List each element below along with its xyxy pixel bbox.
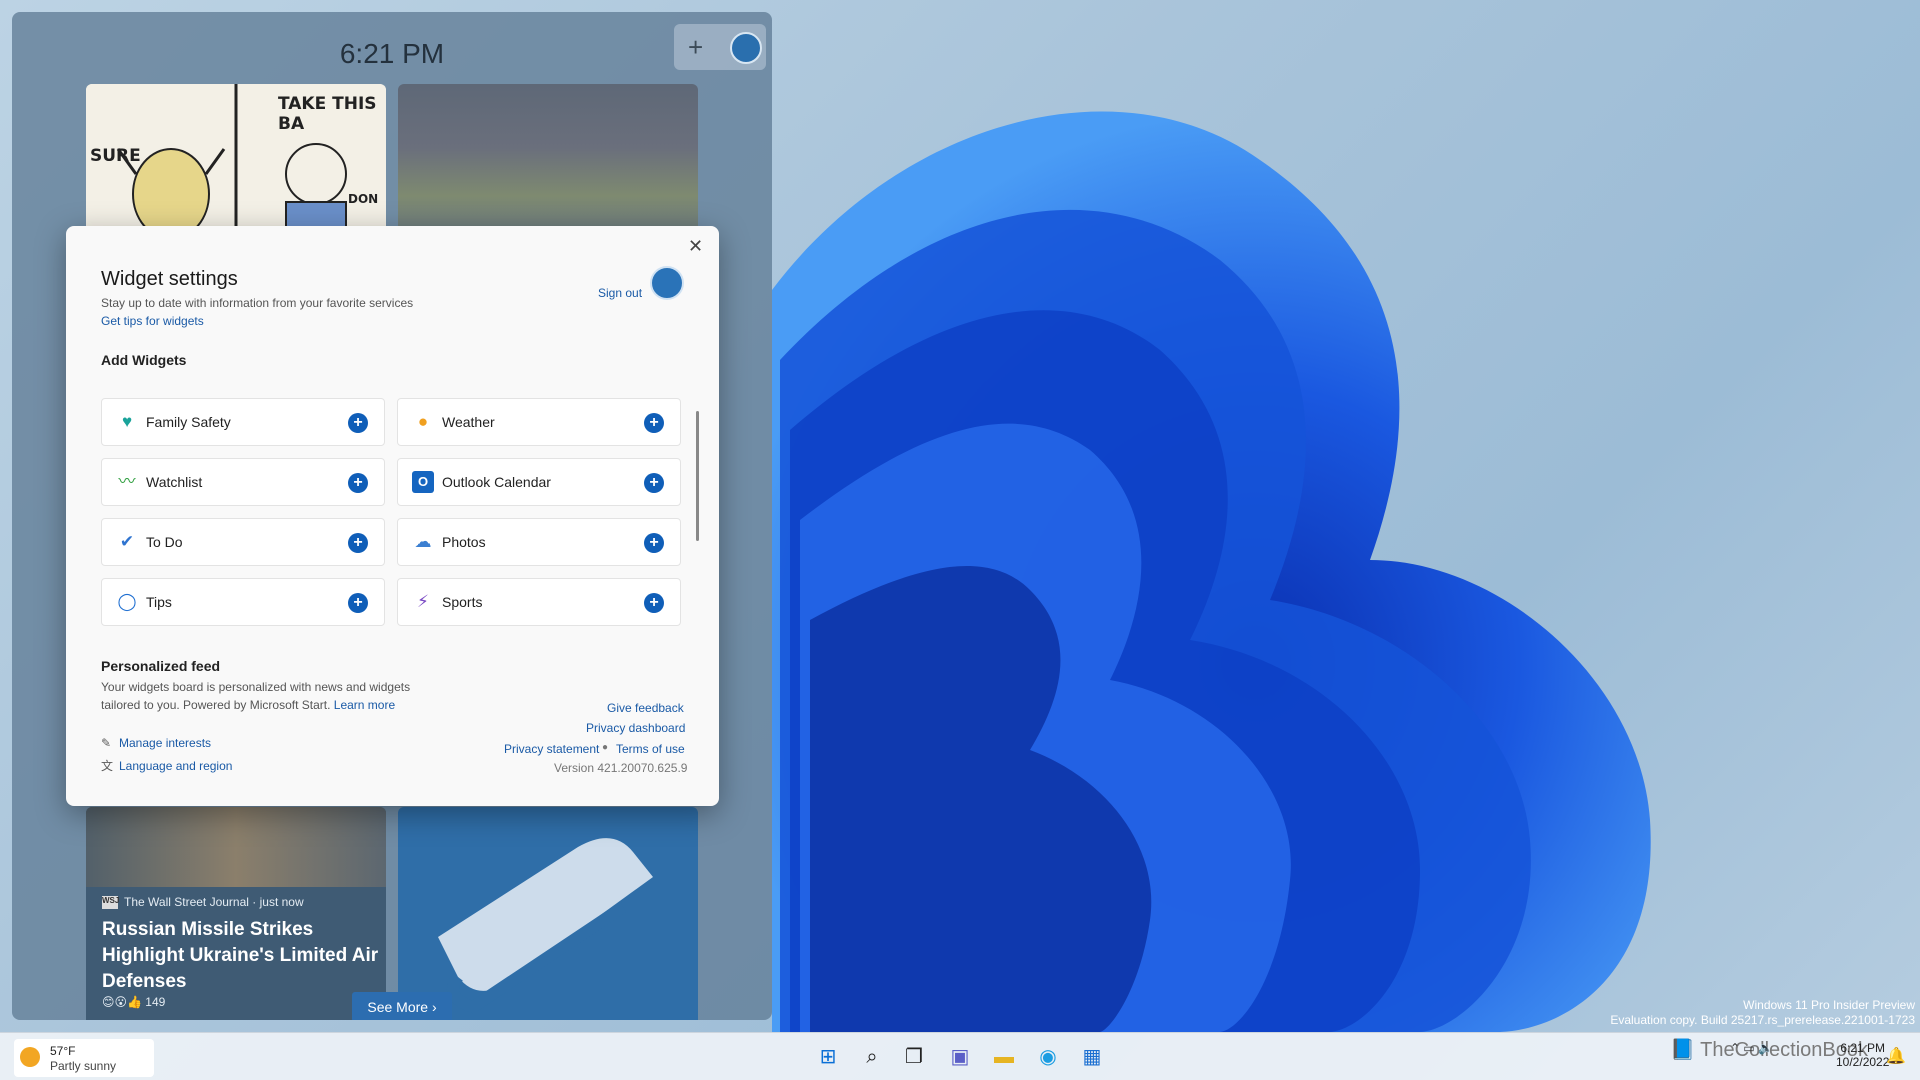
version-text: Version 421.20070.625.9 [554, 761, 687, 775]
start-icon[interactable]: ⊞ [814, 1043, 842, 1071]
add-circle-icon[interactable]: + [644, 413, 664, 433]
profile-avatar[interactable] [730, 32, 762, 64]
comic-text-1: TAKE THIS BA [278, 94, 386, 134]
board-header-actions: + [674, 24, 766, 70]
search-icon[interactable]: ⌕ [858, 1043, 886, 1071]
cloud-icon: ☁ [412, 531, 434, 553]
comic-card[interactable]: TAKE THIS BA SURE DON [86, 84, 386, 244]
news-headline[interactable]: Russian Missile Strikes Highlight Ukrain… [102, 917, 382, 995]
runner-icon: ⚡ [412, 591, 434, 613]
taskbar: 57°F Partly sunny ⊞ ⌕ ❐ ▣ ▬ ◉ ▦ 📘 TheCol… [0, 1032, 1920, 1080]
photo-card[interactable] [398, 84, 698, 244]
watermark-line-2: Evaluation copy. Build 25217.rs_prerelea… [1610, 1013, 1915, 1028]
comic-text-3: DON [348, 192, 378, 206]
widget-tile-label: Watchlist [146, 474, 202, 490]
weather-condition: Partly sunny [50, 1059, 116, 1073]
add-circle-icon[interactable]: + [644, 533, 664, 553]
add-circle-icon[interactable]: + [644, 593, 664, 613]
give-feedback-link[interactable]: Give feedback [607, 701, 684, 715]
dialog-title: Widget settings [101, 268, 238, 291]
widget-tile-label: Tips [146, 594, 172, 610]
outlook-icon: O [412, 471, 434, 493]
add-circle-icon[interactable]: + [644, 473, 664, 493]
news-source: WSJ The Wall Street Journal · just now [102, 895, 304, 909]
widget-tile-label: Weather [442, 414, 495, 430]
news-card[interactable]: WSJ The Wall Street Journal · just now Ru… [86, 807, 386, 1020]
widget-tile-watchlist[interactable]: 〰 Watchlist + [101, 458, 385, 506]
language-icon: 文 [101, 757, 119, 774]
close-icon[interactable]: ✕ [688, 236, 703, 257]
manage-interests-link[interactable]: ✎Manage interests [101, 736, 211, 750]
weather-widget-button[interactable]: 57°F Partly sunny [14, 1039, 154, 1077]
widget-tile-label: To Do [146, 534, 183, 550]
heart-icon: ♥ [116, 411, 138, 433]
scrollbar[interactable] [696, 411, 699, 541]
widget-tile-family-safety[interactable]: ♥ Family Safety + [101, 398, 385, 446]
add-circle-icon[interactable]: + [348, 533, 368, 553]
add-widgets-heading: Add Widgets [101, 352, 186, 368]
news-source-badge: WSJ [102, 896, 118, 909]
add-widget-plus-icon[interactable]: + [688, 32, 703, 63]
widget-tile-label: Family Safety [146, 414, 231, 430]
terms-of-use-link[interactable]: Terms of use [616, 742, 685, 756]
check-icon: ✔ [116, 531, 138, 553]
add-circle-icon[interactable]: + [348, 413, 368, 433]
add-circle-icon[interactable]: + [348, 473, 368, 493]
sign-out-link[interactable]: Sign out [598, 286, 642, 300]
comic-text-2: SURE [90, 146, 141, 166]
learn-more-link[interactable]: Learn more [334, 698, 395, 712]
language-region-label: Language and region [119, 759, 232, 773]
see-more-button[interactable]: See More › [352, 992, 452, 1020]
widget-tile-weather[interactable]: ● Weather + [397, 398, 681, 446]
system-tray[interactable]: ⌃ ▭ 🔈 [1730, 1041, 1773, 1055]
chevron-up-icon[interactable]: ⌃ [1730, 1041, 1740, 1055]
chat-icon[interactable]: ▣ [946, 1043, 974, 1071]
watermark-line-1: Windows 11 Pro Insider Preview [1610, 998, 1915, 1013]
display-icon[interactable]: ▭ [1743, 1041, 1754, 1055]
widget-tile-outlook-calendar[interactable]: O Outlook Calendar + [397, 458, 681, 506]
see-more-label: See More [367, 999, 428, 1015]
tips-link[interactable]: Get tips for widgets [101, 314, 204, 328]
book-icon [398, 807, 698, 1020]
store-icon[interactable]: ▦ [1078, 1043, 1106, 1071]
separator-dot: ● [602, 742, 608, 753]
widget-tile-to-do[interactable]: ✔ To Do + [101, 518, 385, 566]
build-watermark: Windows 11 Pro Insider Preview Evaluatio… [1610, 998, 1915, 1028]
weather-temp: 57°F [50, 1044, 75, 1058]
pencil-icon: ✎ [101, 736, 119, 750]
widget-tile-label: Sports [442, 594, 482, 610]
file-explorer-icon[interactable]: ▬ [990, 1043, 1018, 1071]
sun-icon: ● [412, 411, 434, 433]
account-avatar[interactable] [650, 266, 684, 300]
speaker-icon[interactable]: 🔈 [1758, 1041, 1773, 1055]
book-card[interactable] [398, 807, 698, 1020]
reaction-emoji-icon: 😊😮👍 [102, 995, 145, 1009]
personalized-feed-heading: Personalized feed [101, 658, 220, 674]
widget-tile-tips[interactable]: ◯ Tips + [101, 578, 385, 626]
language-region-link[interactable]: 文Language and region [101, 757, 232, 774]
personalized-feed-description: Your widgets board is personalized with … [101, 678, 421, 714]
news-source-text: The Wall Street Journal · just now [124, 895, 304, 909]
edge-icon[interactable]: ◉ [1034, 1043, 1062, 1071]
privacy-dashboard-link[interactable]: Privacy dashboard [586, 721, 685, 735]
task-view-icon[interactable]: ❐ [900, 1043, 928, 1071]
add-circle-icon[interactable]: + [348, 593, 368, 613]
widget-tile-label: Outlook Calendar [442, 474, 551, 490]
manage-interests-label: Manage interests [119, 736, 211, 750]
board-time: 6:21 PM [12, 38, 772, 70]
news-reactions[interactable]: 😊😮👍 149 [102, 995, 165, 1009]
dialog-subtitle: Stay up to date with information from yo… [101, 296, 413, 310]
widget-tile-photos[interactable]: ☁ Photos + [397, 518, 681, 566]
partly-sunny-icon [20, 1047, 40, 1067]
lightbulb-icon: ◯ [116, 591, 138, 613]
reaction-count: 149 [145, 995, 165, 1009]
widget-tile-label: Photos [442, 534, 486, 550]
news-image [86, 807, 386, 887]
widget-settings-dialog: ✕ Widget settings Stay up to date with i… [66, 226, 719, 806]
chart-icon: 〰 [116, 471, 138, 493]
notification-bell-icon[interactable]: 🔔 [1882, 1043, 1910, 1071]
widget-tile-sports[interactable]: ⚡ Sports + [397, 578, 681, 626]
privacy-statement-link[interactable]: Privacy statement [504, 742, 599, 756]
